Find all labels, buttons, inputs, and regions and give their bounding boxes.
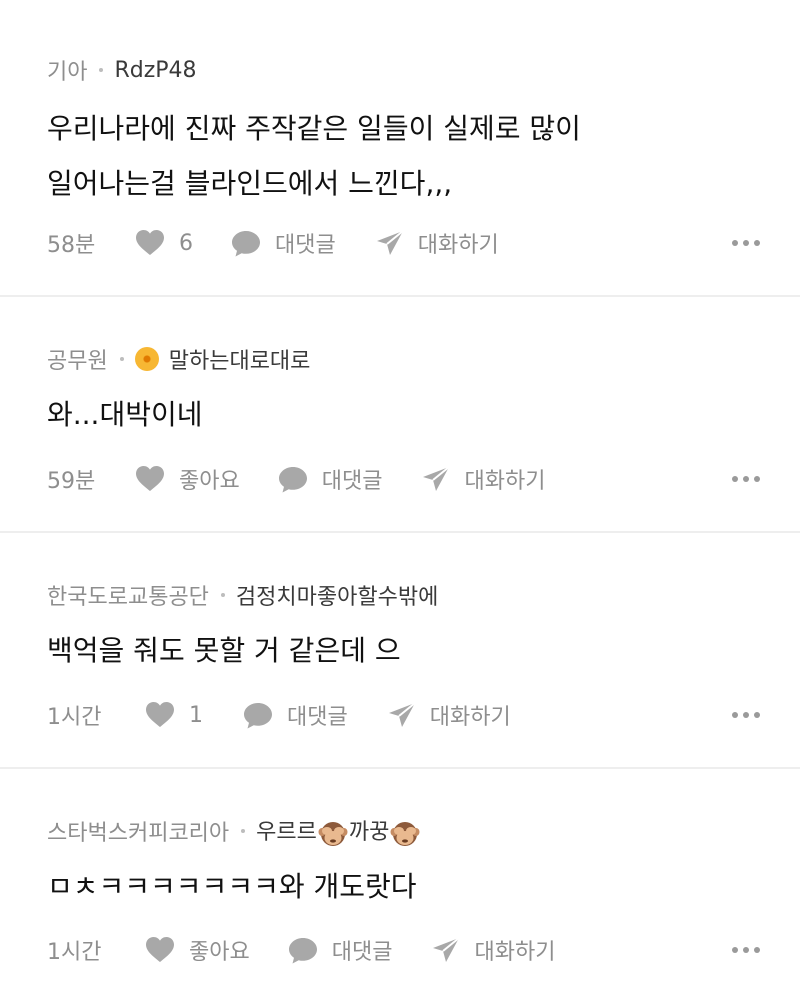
like-button[interactable]: 좋아요: [145, 934, 250, 966]
sun-badge-icon: [134, 347, 159, 371]
timestamp: 58분: [47, 233, 96, 258]
reply-label: 대댓글: [287, 705, 348, 730]
paper-plane-icon: [433, 937, 461, 962]
comment-actions: 1시간 1 대댓글 대화하기: [47, 697, 760, 733]
comment-meta: 공무원 말하는대로대로: [47, 342, 310, 376]
comment-body-line: ㅁㅊㅋㅋㅋㅋㅋㅋㅋ와 개도랏다: [47, 870, 417, 903]
comment-body-line: 와...대박이네: [47, 398, 203, 431]
nickname[interactable]: 검정치마좋아할수밖에: [236, 579, 438, 611]
company-name[interactable]: 기아: [47, 54, 87, 86]
timestamp: 59분: [47, 469, 96, 494]
comment-item: 공무원 말하는대로대로 와...대박이네 59분 좋아요 대댓글 대화하기: [0, 297, 800, 533]
comment-actions: 59분 좋아요 대댓글 대화하기: [47, 461, 760, 497]
comment-body: ㅁㅊㅋㅋㅋㅋㅋㅋㅋ와 개도랏다: [47, 859, 417, 914]
comment-body: 우리나라에 진짜 주작같은 일들이 실제로 많이 일어나는걸 블라인드에서 느낀…: [47, 101, 581, 211]
reply-button[interactable]: 대댓글: [278, 463, 383, 495]
speech-bubble-icon: [278, 466, 307, 492]
chat-label: 대화하기: [464, 469, 546, 494]
comment-body-line: 백억을 줘도 못할 거 같은데 으: [47, 634, 401, 667]
chat-button[interactable]: 대화하기: [376, 227, 499, 259]
comment-body-line: 우리나라에 진짜 주작같은 일들이 실제로 많이: [47, 112, 581, 145]
chat-label: 대화하기: [417, 233, 499, 258]
comment-meta: 기아 RdzP48: [47, 53, 197, 87]
comment-actions: 1시간 좋아요 대댓글 대화하기: [47, 932, 760, 968]
company-name[interactable]: 한국도로교통공단: [47, 579, 209, 611]
paper-plane-icon: [388, 702, 416, 727]
reply-button[interactable]: 대댓글: [288, 934, 393, 966]
separator-dot: [99, 68, 104, 72]
paper-plane-icon: [423, 466, 451, 491]
comment-body: 백억을 줘도 못할 거 같은데 으: [47, 623, 401, 678]
comment-body-line: 일어나는걸 블라인드에서 느낀다,,,: [47, 167, 453, 200]
separator-dot: [241, 829, 246, 833]
like-button[interactable]: 6: [135, 229, 193, 257]
speech-bubble-icon: [288, 937, 317, 963]
reply-label: 대댓글: [321, 469, 383, 494]
nickname[interactable]: RdzP48: [114, 58, 196, 83]
heart-icon: [146, 937, 174, 962]
nickname-part: 까꿍: [348, 820, 390, 845]
more-dots-icon[interactable]: [732, 947, 760, 953]
comment-item: 한국도로교통공단 검정치마좋아할수밖에 백억을 줘도 못할 거 같은데 으 1시…: [0, 533, 800, 769]
chat-button[interactable]: 대화하기: [432, 934, 555, 966]
chat-button[interactable]: 대화하기: [388, 699, 511, 731]
like-count: 1: [189, 702, 203, 728]
see-no-evil-monkey-icon: [390, 822, 420, 846]
paper-plane-icon: [376, 230, 404, 255]
reply-label: 대댓글: [331, 940, 393, 965]
chat-label: 대화하기: [474, 940, 556, 965]
heart-icon: [136, 230, 164, 255]
like-button[interactable]: 1: [145, 701, 203, 729]
nickname[interactable]: 말하는대로대로: [169, 343, 311, 375]
reply-button[interactable]: 대댓글: [231, 227, 336, 259]
speech-bubble-icon: [232, 230, 260, 256]
comment-body: 와...대박이네: [47, 387, 203, 442]
like-label: 좋아요: [189, 940, 250, 965]
more-dots-icon[interactable]: [732, 712, 760, 718]
timestamp: 1시간: [47, 940, 102, 965]
nickname-part: 우르르: [256, 820, 317, 845]
comment-meta: 한국도로교통공단 검정치마좋아할수밖에: [47, 578, 438, 612]
timestamp: 1시간: [47, 705, 102, 730]
heart-icon: [136, 466, 164, 491]
separator-dot: [119, 357, 124, 361]
like-count: 6: [179, 230, 193, 256]
see-no-evil-monkey-icon: [318, 822, 348, 846]
comment-item: 기아 RdzP48 우리나라에 진짜 주작같은 일들이 실제로 많이 일어나는걸…: [0, 0, 800, 297]
like-button[interactable]: 좋아요: [135, 463, 240, 495]
reply-label: 대댓글: [275, 233, 336, 258]
nickname[interactable]: 우르르 까꿍: [256, 814, 421, 848]
separator-dot: [220, 593, 225, 597]
more-dots-icon[interactable]: [732, 240, 760, 246]
speech-bubble-icon: [244, 702, 272, 728]
chat-button[interactable]: 대화하기: [422, 463, 545, 495]
chat-label: 대화하기: [429, 705, 511, 730]
like-label: 좋아요: [179, 469, 240, 494]
reply-button[interactable]: 대댓글: [243, 699, 348, 731]
comment-actions: 58분 6 대댓글 대화하기: [47, 225, 760, 261]
comment-meta: 스타벅스커피코리아 우르르 까꿍: [47, 814, 421, 848]
comment-item: 스타벅스커피코리아 우르르 까꿍 ㅁㅊㅋㅋㅋㅋㅋㅋㅋ와 개도랏다 1시간 좋아요 …: [0, 769, 800, 1004]
company-name[interactable]: 공무원: [47, 343, 108, 375]
heart-icon: [146, 702, 174, 727]
more-dots-icon[interactable]: [732, 476, 760, 482]
company-name[interactable]: 스타벅스커피코리아: [47, 815, 229, 847]
